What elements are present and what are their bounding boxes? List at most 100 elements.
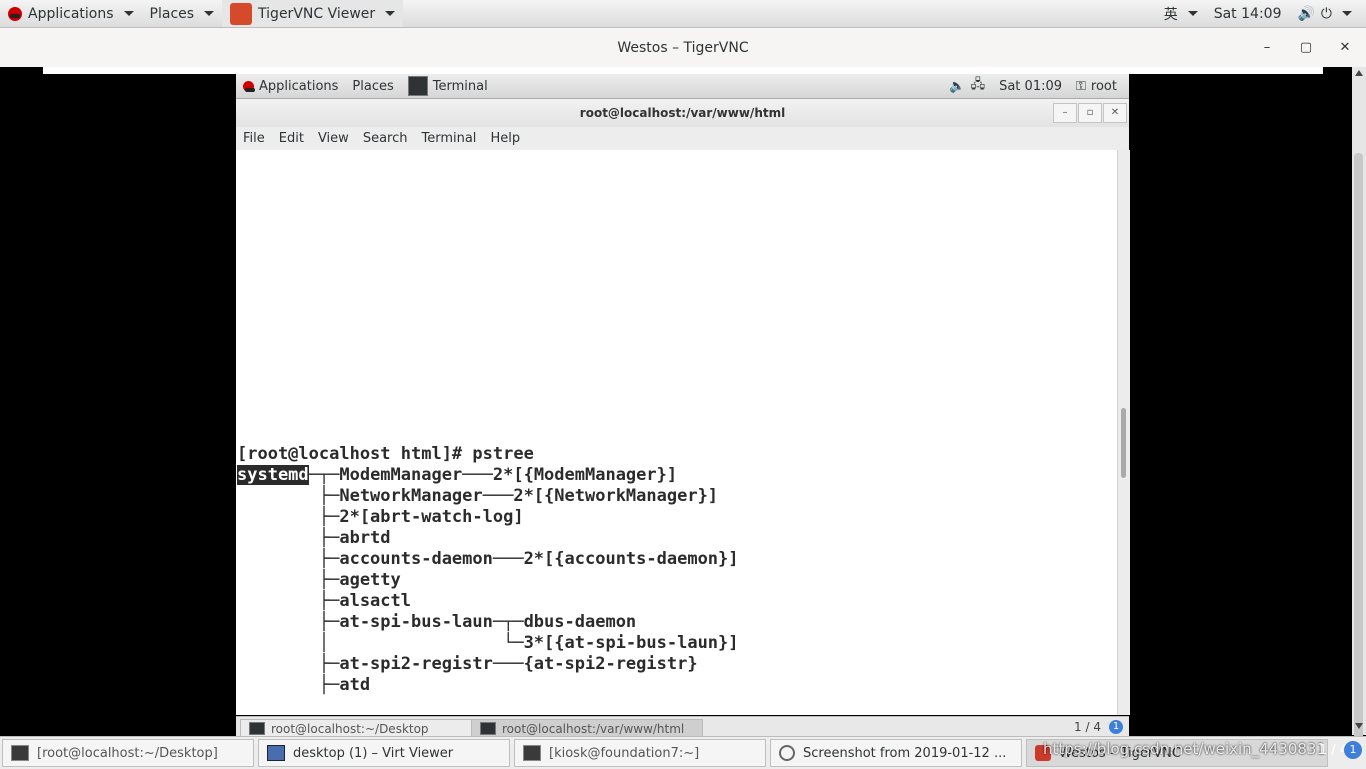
host-clock-label: Sat 14:09: [1213, 5, 1282, 22]
host-task-screenshot[interactable]: Screenshot from 2019-01-12 ...: [770, 739, 1022, 767]
remote-status-icons[interactable]: 🔈 🖧: [942, 74, 992, 98]
terminal-icon: [480, 722, 496, 735]
remote-applications-label: Applications: [259, 78, 339, 94]
tigervnc-icon: [230, 2, 253, 25]
watermark-text: https://blog.csdn.net/weixin_4430831: [1043, 740, 1326, 758]
input-method-label: 英: [1163, 6, 1178, 23]
remote-notification-badge[interactable]: 1: [1109, 720, 1123, 734]
close-button[interactable]: ✕: [1335, 38, 1355, 58]
terminal-close-button[interactable]: ✕: [1103, 103, 1127, 123]
host-places-label: Places: [149, 5, 195, 22]
pstree-line: ─┬─ModemManager───2*[{ModemManager}]: [308, 465, 678, 485]
vnc-window-title: Westos – TigerVNC: [617, 40, 749, 56]
scroll-down-icon[interactable]: [1355, 723, 1363, 729]
host-notification-badge[interactable]: 1: [1344, 741, 1362, 759]
remote-taskbar: root@localhost:~/Desktop root@localhost:…: [236, 716, 1129, 736]
pstree-line: ├─abrtd: [237, 528, 391, 548]
host-task-label: desktop (1) – Virt Viewer: [293, 745, 454, 761]
selected-text: systemd: [237, 465, 309, 485]
remote-user-label: root: [1090, 78, 1117, 94]
maximize-button[interactable]: ▢: [1296, 38, 1316, 58]
pstree-line: ├─agetty: [237, 570, 401, 590]
remote-places-menu[interactable]: Places: [345, 74, 400, 98]
host-applications-label: Applications: [28, 5, 114, 22]
host-task-kiosk-terminal[interactable]: [kiosk@foundation7:~]: [514, 739, 766, 767]
input-method-menu[interactable]: 英: [1156, 0, 1206, 27]
pstree-line: ├─at-spi2-registr───{at-spi2-registr}: [237, 654, 698, 674]
terminal-titlebar[interactable]: root@localhost:/var/www/html – ▫ ✕: [236, 99, 1129, 127]
terminal-title: root@localhost:/var/www/html: [579, 106, 786, 120]
terminal-icon: [11, 745, 29, 761]
remote-task-label: root@localhost:~/Desktop: [271, 721, 429, 736]
chevron-down-icon: [204, 11, 215, 16]
vnc-scrollbar[interactable]: [1352, 67, 1366, 749]
remote-workspace-pager[interactable]: 1 / 4: [1074, 720, 1101, 734]
remote-clock[interactable]: Sat 01:09: [992, 74, 1069, 98]
pstree-line: ├─accounts-daemon───2*[{accounts-daemon}…: [237, 549, 739, 569]
redhat-logo-icon: [8, 6, 22, 21]
chevron-down-icon: [1342, 11, 1352, 16]
host-task-label: [root@localhost:~/Desktop]: [37, 745, 218, 761]
host-task-label: [kiosk@foundation7:~]: [549, 745, 700, 761]
host-task-root-desktop[interactable]: [root@localhost:~/Desktop]: [2, 739, 254, 767]
terminal-prompt-line: [root@localhost html]# pstree: [237, 444, 534, 464]
terminal-icon: [523, 745, 541, 761]
menu-terminal[interactable]: Terminal: [414, 127, 483, 146]
terminal-icon: [407, 76, 428, 96]
host-task-label: Screenshot from 2019-01-12 ...: [803, 745, 1007, 761]
redhat-logo-icon: [243, 80, 255, 92]
menu-edit[interactable]: Edit: [272, 127, 311, 146]
terminal-text: [root@localhost html]# pstree systemd─┬─…: [237, 444, 739, 696]
chevron-down-icon: [385, 11, 396, 16]
host-places-menu[interactable]: Places: [142, 0, 223, 27]
chevron-down-icon: [123, 11, 134, 16]
terminal-scrollbar-thumb[interactable]: [1121, 408, 1126, 478]
network-icon: 🖧: [970, 77, 986, 92]
pstree-line: ├─NetworkManager───2*[{NetworkManager}]: [237, 486, 719, 506]
menu-file[interactable]: File: [236, 127, 272, 146]
remote-places-label: Places: [352, 78, 394, 94]
screenshot-icon: [779, 745, 795, 761]
remote-applications-menu[interactable]: Applications: [236, 74, 345, 98]
minimize-button[interactable]: –: [1257, 38, 1277, 58]
host-top-panel: Applications Places TigerVNC Viewer 英 Sa…: [0, 0, 1366, 28]
vnc-scrollbar-thumb[interactable]: [1354, 153, 1363, 749]
terminal-output[interactable]: [root@localhost html]# pstree systemd─┬─…: [236, 150, 1117, 715]
virt-viewer-icon: [267, 745, 285, 761]
terminal-minimize-button[interactable]: –: [1053, 103, 1077, 123]
host-system-menu[interactable]: 🔊 ⏻: [1289, 0, 1366, 27]
pstree-line: │ └─3*[{at-spi-bus-laun}]: [237, 633, 739, 653]
pstree-line: ├─2*[abrt-watch-log]: [237, 507, 524, 527]
remote-desktop-strip: [43, 67, 1323, 74]
volume-icon: 🔊: [1297, 5, 1315, 22]
host-applications-menu[interactable]: Applications: [0, 0, 142, 27]
host-active-app-label: TigerVNC Viewer: [258, 5, 376, 22]
host-clock[interactable]: Sat 14:09: [1206, 0, 1290, 27]
menu-help[interactable]: Help: [483, 127, 527, 146]
remote-clock-label: Sat 01:09: [999, 78, 1063, 94]
remote-user-menu[interactable]: ⚿ root: [1069, 74, 1129, 98]
remote-task-html-terminal[interactable]: root@localhost:/var/www/html: [471, 719, 703, 736]
remote-task-label: root@localhost:/var/www/html: [502, 721, 685, 736]
terminal-menubar: File Edit View Search Terminal Help: [236, 127, 1129, 151]
volume-icon: 🔈: [949, 78, 966, 94]
host-active-app-menu[interactable]: TigerVNC Viewer: [222, 0, 404, 27]
terminal-maximize-button[interactable]: ▫: [1078, 103, 1102, 123]
power-icon: ⏻: [1320, 5, 1332, 22]
pstree-line: ├─at-spi-bus-laun─┬─dbus-daemon: [237, 612, 637, 632]
terminal-scrollbar[interactable]: [1117, 150, 1130, 715]
remote-top-panel: Applications Places Terminal 🔈 🖧 Sat 01:…: [236, 74, 1129, 99]
host-task-virt-viewer[interactable]: desktop (1) – Virt Viewer: [258, 739, 510, 767]
user-icon: ⚿: [1076, 78, 1086, 94]
menu-view[interactable]: View: [311, 127, 356, 146]
chevron-down-icon: [1187, 11, 1198, 16]
pstree-line: ├─atd: [237, 675, 371, 695]
terminal-icon: [249, 722, 265, 735]
remote-active-app-menu[interactable]: Terminal: [401, 74, 495, 98]
vnc-window-titlebar[interactable]: Westos – TigerVNC – ▢ ✕: [0, 28, 1366, 67]
scroll-up-icon[interactable]: [1355, 70, 1363, 76]
pstree-line: ├─alsactl: [237, 591, 411, 611]
remote-task-desktop-terminal[interactable]: root@localhost:~/Desktop: [240, 719, 472, 736]
menu-search[interactable]: Search: [356, 127, 415, 146]
remote-active-app-label: Terminal: [432, 78, 488, 94]
